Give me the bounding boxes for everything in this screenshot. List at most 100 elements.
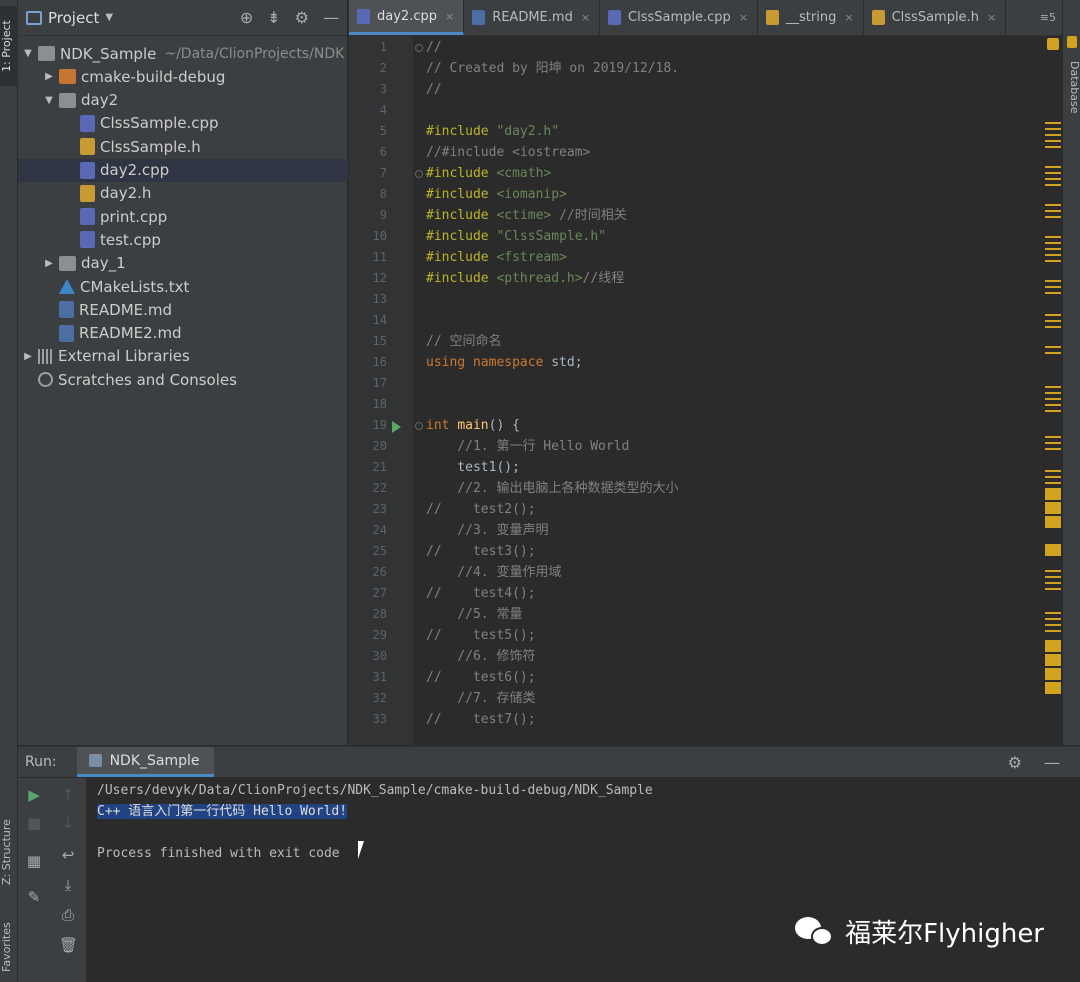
tree-item[interactable]: ▼ NDK_Sample ~/Data/ClionProjects/NDK: [18, 42, 348, 65]
stripe-marker[interactable]: [1045, 386, 1061, 388]
tree-item[interactable]: ClssSample.h: [18, 135, 348, 158]
project-view-selector[interactable]: Project: [48, 9, 99, 27]
code-line[interactable]: #include <fstream>: [426, 247, 567, 268]
stop-icon[interactable]: ■: [25, 814, 43, 832]
tree-item[interactable]: README2.md: [18, 322, 348, 345]
trash-icon[interactable]: 🗑: [59, 936, 78, 954]
fold-marker-icon[interactable]: [415, 170, 423, 178]
close-tab-icon[interactable]: ×: [987, 11, 996, 24]
collapse-all-icon[interactable]: ⇟: [267, 8, 280, 27]
locate-file-icon[interactable]: ⊕: [240, 8, 253, 27]
editor-tab[interactable]: day2.cpp ×: [349, 0, 465, 35]
run-main-icon[interactable]: [392, 421, 401, 433]
code-line[interactable]: //2. 输出电脑上各种数据类型的大小: [426, 478, 678, 499]
stripe-marker[interactable]: [1045, 544, 1061, 556]
pin-icon[interactable]: ✎: [25, 888, 43, 906]
tree-item[interactable]: ▼ day2: [18, 89, 348, 112]
tree-item[interactable]: Scratches and Consoles: [18, 368, 348, 391]
code-line[interactable]: // test4();: [426, 583, 536, 604]
code-line[interactable]: using namespace std;: [426, 352, 583, 373]
code-line[interactable]: //1. 第一行 Hello World: [426, 436, 629, 457]
code-line[interactable]: //6. 修饰符: [426, 646, 535, 667]
fold-marker-icon[interactable]: [415, 422, 423, 430]
stripe-marker[interactable]: [1045, 404, 1061, 406]
stripe-marker[interactable]: [1045, 326, 1061, 328]
stripe-marker[interactable]: [1045, 516, 1061, 528]
tree-item[interactable]: README.md: [18, 298, 348, 321]
expanded-arrow-icon[interactable]: ▼: [22, 48, 34, 59]
stripe-marker[interactable]: [1045, 292, 1061, 294]
tab-overflow-button[interactable]: ≡5: [1034, 0, 1062, 35]
minimize-icon[interactable]: —: [1044, 753, 1060, 772]
tree-item[interactable]: print.cpp: [18, 205, 348, 228]
stripe-marker[interactable]: [1045, 410, 1061, 412]
code-line[interactable]: #include "day2.h": [426, 121, 559, 142]
code-line[interactable]: // test3();: [426, 541, 536, 562]
close-tab-icon[interactable]: ×: [445, 10, 454, 23]
stripe-marker[interactable]: [1045, 242, 1061, 244]
stripe-marker[interactable]: [1045, 392, 1061, 394]
stripe-marker[interactable]: [1045, 570, 1061, 572]
chevron-down-icon[interactable]: ▼: [105, 12, 113, 23]
database-icon[interactable]: [1067, 36, 1077, 48]
tree-item[interactable]: ▶ day_1: [18, 252, 348, 275]
code-line[interactable]: #include <cmath>: [426, 163, 551, 184]
stripe-marker[interactable]: [1045, 470, 1061, 472]
stripe-marker[interactable]: [1045, 502, 1061, 514]
inspection-status-icon[interactable]: [1047, 38, 1059, 50]
editor-tab[interactable]: README.md ×: [464, 0, 601, 35]
run-config-tab[interactable]: NDK_Sample: [76, 747, 214, 777]
code-line[interactable]: // 空间命名: [426, 331, 501, 352]
tree-item[interactable]: ▶ External Libraries: [18, 345, 348, 368]
stripe-marker[interactable]: [1045, 588, 1061, 590]
tree-item[interactable]: day2.cpp: [18, 158, 348, 182]
stripe-marker[interactable]: [1045, 436, 1061, 438]
stripe-marker[interactable]: [1045, 184, 1061, 186]
close-tab-icon[interactable]: ×: [844, 11, 853, 24]
code-line[interactable]: //7. 存储类: [426, 688, 535, 709]
code-line[interactable]: int main() {: [426, 415, 520, 436]
stripe-marker[interactable]: [1045, 398, 1061, 400]
collapsed-arrow-icon[interactable]: ▶: [43, 258, 55, 269]
code-line[interactable]: #include <pthread.h>//线程: [426, 268, 624, 289]
code-line[interactable]: // Created by 阳坤 on 2019/12/18.: [426, 58, 679, 79]
code-line[interactable]: // test5();: [426, 625, 536, 646]
expanded-arrow-icon[interactable]: ▼: [43, 95, 55, 106]
code-line[interactable]: //: [426, 37, 442, 58]
code-line[interactable]: // test7();: [426, 709, 536, 730]
stripe-marker[interactable]: [1045, 166, 1061, 168]
gear-icon[interactable]: ⚙: [1008, 753, 1022, 772]
stripe-marker[interactable]: [1045, 260, 1061, 262]
stripe-marker[interactable]: [1045, 146, 1061, 148]
code-line[interactable]: test1();: [426, 457, 520, 478]
stripe-marker[interactable]: [1045, 122, 1061, 124]
code-line[interactable]: #include <iomanip>: [426, 184, 567, 205]
code-line[interactable]: //3. 变量声明: [426, 520, 548, 541]
stripe-marker[interactable]: [1045, 618, 1061, 620]
stripe-marker[interactable]: [1045, 128, 1061, 130]
stripe-marker[interactable]: [1045, 448, 1061, 450]
stripe-marker[interactable]: [1045, 172, 1061, 174]
project-tool-tab[interactable]: 1: Project: [0, 6, 18, 86]
stripe-marker[interactable]: [1045, 576, 1061, 578]
stripe-marker[interactable]: [1045, 476, 1061, 478]
tree-item[interactable]: day2.h: [18, 182, 348, 205]
code-editor[interactable]: 1 2 3 4 5 6 7 8 9 10 11 12 13 14 15 16 17 18 19 20 21 22 23 24 2…: [349, 36, 1044, 745]
rerun-icon[interactable]: ▶: [25, 786, 43, 804]
stripe-marker[interactable]: [1045, 654, 1061, 666]
editor-tab[interactable]: __string ×: [758, 0, 864, 35]
code-line[interactable]: #include "ClssSample.h": [426, 226, 606, 247]
code-line[interactable]: //4. 变量作用域: [426, 562, 561, 583]
stripe-marker[interactable]: [1045, 286, 1061, 288]
layout-icon[interactable]: ▦: [25, 852, 43, 870]
collapsed-arrow-icon[interactable]: ▶: [43, 71, 55, 82]
stripe-marker[interactable]: [1045, 630, 1061, 632]
print-icon[interactable]: ⎙: [59, 906, 77, 924]
stripe-marker[interactable]: [1045, 204, 1061, 206]
stripe-marker[interactable]: [1045, 178, 1061, 180]
stripe-marker[interactable]: [1045, 314, 1061, 316]
stripe-marker[interactable]: [1045, 280, 1061, 282]
code-line[interactable]: // test6();: [426, 667, 536, 688]
favorites-tool-tab[interactable]: Favorites: [0, 915, 18, 979]
code-line[interactable]: //5. 常量: [426, 604, 522, 625]
